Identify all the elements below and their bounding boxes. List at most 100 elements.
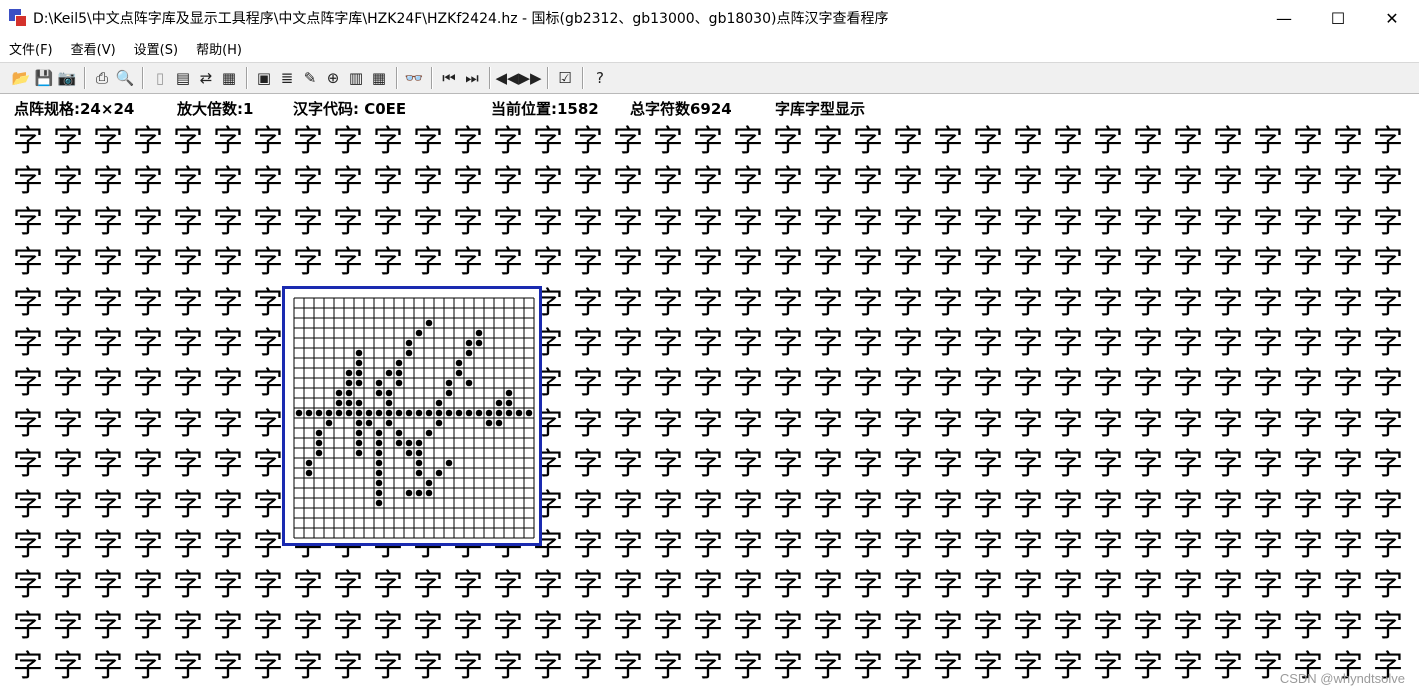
glyph-cell[interactable]: 字 xyxy=(48,122,88,162)
glyph-cell[interactable]: 字 xyxy=(1048,526,1088,566)
glyph-cell[interactable]: 字 xyxy=(768,364,808,404)
font-view-icon[interactable]: ▣ xyxy=(253,67,275,89)
glyph-cell[interactable]: 字 xyxy=(1208,486,1248,526)
glyph-cell[interactable]: 字 xyxy=(208,364,248,404)
glyph-cell[interactable]: 字 xyxy=(288,162,328,202)
glyph-cell[interactable]: 字 xyxy=(848,284,888,324)
glyph-cell[interactable]: 字 xyxy=(688,526,728,566)
glyph-cell[interactable]: 字 xyxy=(888,364,928,404)
glyph-cell[interactable]: 字 xyxy=(1248,162,1288,202)
glyph-cell[interactable]: 字 xyxy=(88,486,128,526)
glyph-cell[interactable]: 字 xyxy=(1208,445,1248,485)
glyph-cell[interactable]: 字 xyxy=(488,243,528,283)
glyph-cell[interactable]: 字 xyxy=(808,162,848,202)
glyph-cell[interactable]: 字 xyxy=(888,607,928,647)
glyph-cell[interactable]: 字 xyxy=(608,243,648,283)
glyph-cell[interactable]: 字 xyxy=(688,162,728,202)
glyph-cell[interactable]: 字 xyxy=(1128,243,1168,283)
glyph-cell[interactable]: 字 xyxy=(888,203,928,243)
glyph-cell[interactable]: 字 xyxy=(1048,284,1088,324)
glyph-cell[interactable]: 字 xyxy=(768,203,808,243)
glyph-cell[interactable]: 字 xyxy=(848,162,888,202)
glyph-cell[interactable]: 字 xyxy=(1128,445,1168,485)
glyph-cell[interactable]: 字 xyxy=(648,445,688,485)
glyph-cell[interactable]: 字 xyxy=(408,122,448,162)
glyph-cell[interactable]: 字 xyxy=(208,284,248,324)
glyph-cell[interactable]: 字 xyxy=(888,324,928,364)
glyph-cell[interactable]: 字 xyxy=(1208,566,1248,606)
glyph-cell[interactable]: 字 xyxy=(928,405,968,445)
glyph-cell[interactable]: 字 xyxy=(1128,566,1168,606)
glyph-cell[interactable]: 字 xyxy=(248,647,288,687)
font-convert-icon[interactable]: ⇄ xyxy=(195,67,217,89)
glyph-cell[interactable]: 字 xyxy=(728,445,768,485)
glyph-cell[interactable]: 字 xyxy=(808,243,848,283)
glyph-cell[interactable]: 字 xyxy=(1368,324,1408,364)
glyph-cell[interactable]: 字 xyxy=(1128,607,1168,647)
glyph-cell[interactable]: 字 xyxy=(1328,607,1368,647)
glyph-cell[interactable]: 字 xyxy=(168,486,208,526)
glyph-cell[interactable]: 字 xyxy=(728,122,768,162)
glyph-cell[interactable]: 字 xyxy=(1048,607,1088,647)
glyph-cell[interactable]: 字 xyxy=(368,566,408,606)
glyph-cell[interactable]: 字 xyxy=(768,486,808,526)
glyph-cell[interactable]: 字 xyxy=(848,122,888,162)
glyph-cell[interactable]: 字 xyxy=(1168,203,1208,243)
glyph-cell[interactable]: 字 xyxy=(1168,405,1208,445)
last-icon[interactable]: ⏭ xyxy=(461,67,483,89)
glyph-cell[interactable]: 字 xyxy=(168,405,208,445)
glyph-cell[interactable]: 字 xyxy=(888,526,928,566)
glyph-cell[interactable]: 字 xyxy=(768,162,808,202)
glyph-cell[interactable]: 字 xyxy=(848,203,888,243)
glyph-cell[interactable]: 字 xyxy=(1328,566,1368,606)
glyph-cell[interactable]: 字 xyxy=(8,566,48,606)
glyph-cell[interactable]: 字 xyxy=(1128,405,1168,445)
glyph-cell[interactable]: 字 xyxy=(808,647,848,687)
glyph-cell[interactable]: 字 xyxy=(8,405,48,445)
glyph-cell[interactable]: 字 xyxy=(1288,324,1328,364)
glyph-cell[interactable]: 字 xyxy=(208,243,248,283)
glyph-cell[interactable]: 字 xyxy=(1128,203,1168,243)
glyph-cell[interactable]: 字 xyxy=(1048,324,1088,364)
glyph-cell[interactable]: 字 xyxy=(928,284,968,324)
glyph-cell[interactable]: 字 xyxy=(568,566,608,606)
properties-icon[interactable]: ☑ xyxy=(554,67,576,89)
glyph-cell[interactable]: 字 xyxy=(968,647,1008,687)
glyph-cell[interactable]: 字 xyxy=(968,203,1008,243)
glyph-cell[interactable]: 字 xyxy=(48,364,88,404)
glyph-cell[interactable]: 字 xyxy=(1088,647,1128,687)
glyph-cell[interactable]: 字 xyxy=(448,647,488,687)
glyph-cell[interactable]: 字 xyxy=(608,364,648,404)
glyph-cell[interactable]: 字 xyxy=(728,405,768,445)
glyph-cell[interactable]: 字 xyxy=(648,162,688,202)
glyph-cell[interactable]: 字 xyxy=(168,243,208,283)
glyph-cell[interactable]: 字 xyxy=(1048,647,1088,687)
glyph-cell[interactable]: 字 xyxy=(608,647,648,687)
zoom-panel[interactable] xyxy=(282,286,542,546)
glyph-cell[interactable]: 字 xyxy=(1008,284,1048,324)
glyph-cell[interactable]: 字 xyxy=(1008,162,1048,202)
glyph-cell[interactable]: 字 xyxy=(968,162,1008,202)
glyph-cell[interactable]: 字 xyxy=(1328,405,1368,445)
minimize-button[interactable]: — xyxy=(1257,0,1311,36)
glyph-cell[interactable]: 字 xyxy=(1008,405,1048,445)
glyph-cell[interactable]: 字 xyxy=(888,243,928,283)
glyph-cell[interactable]: 字 xyxy=(648,405,688,445)
glyph-cell[interactable]: 字 xyxy=(608,324,648,364)
chart-icon[interactable]: ▦ xyxy=(218,67,240,89)
calendar-icon[interactable]: ▦ xyxy=(368,67,390,89)
glyph-cell[interactable]: 字 xyxy=(1088,486,1128,526)
glyph-cell[interactable]: 字 xyxy=(688,486,728,526)
glyph-cell[interactable]: 字 xyxy=(1208,607,1248,647)
menu-view[interactable]: 查看(V) xyxy=(62,39,125,58)
glyph-cell[interactable]: 字 xyxy=(408,647,448,687)
glyph-cell[interactable]: 字 xyxy=(968,607,1008,647)
glyph-cell[interactable]: 字 xyxy=(1088,364,1128,404)
glyph-cell[interactable]: 字 xyxy=(888,122,928,162)
glyph-cell[interactable]: 字 xyxy=(568,647,608,687)
glyph-cell[interactable]: 字 xyxy=(8,203,48,243)
glyph-cell[interactable]: 字 xyxy=(808,526,848,566)
glyph-cell[interactable]: 字 xyxy=(528,122,568,162)
glyph-cell[interactable]: 字 xyxy=(168,647,208,687)
glyph-cell[interactable]: 字 xyxy=(848,566,888,606)
